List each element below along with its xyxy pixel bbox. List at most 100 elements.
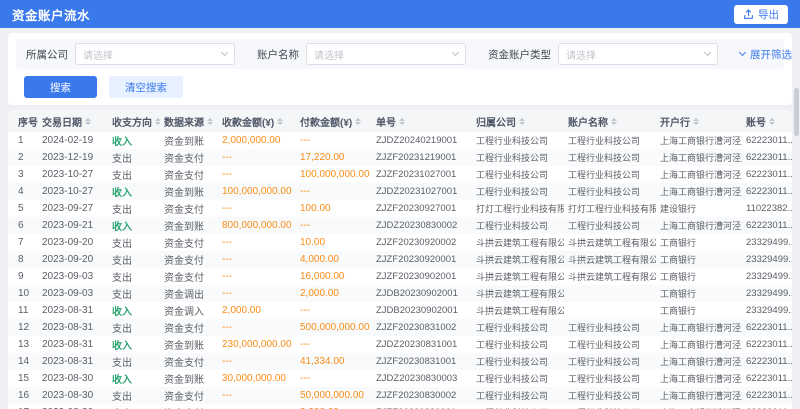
cell-date: 2023-09-20 xyxy=(38,237,108,248)
table-row[interactable]: 162023-08-30支出资金支付---50,000,000.00ZJZF20… xyxy=(8,387,792,404)
cell-source: 资金支付 xyxy=(160,269,218,284)
sort-icon xyxy=(277,118,283,125)
cell-date: 2023-08-30 xyxy=(38,390,108,401)
cell-account_no: 23329499... xyxy=(742,271,792,282)
scrollbar-thumb[interactable] xyxy=(794,88,799,136)
cell-company: 工程行业科技公司 xyxy=(472,321,564,334)
cell-order_no: ZJZF20230902001 xyxy=(372,271,472,282)
column-label: 开户行 xyxy=(660,114,690,129)
cell-receive: 100,000,000.00 xyxy=(218,186,296,197)
vertical-scrollbar[interactable] xyxy=(794,88,799,407)
cell-company: 工程行业科技公司 xyxy=(472,219,564,232)
cell-index: 7 xyxy=(8,237,38,248)
sort-icon xyxy=(399,118,405,125)
cell-account_no: 62223011... xyxy=(742,322,792,333)
cell-order_no: ZJDZ20240219001 xyxy=(372,135,472,146)
filter-row: 所属公司 请选择 账户名称 请选择 资金账户类型 请选择 xyxy=(16,39,784,69)
cell-order_no: ZJZF20230831001 xyxy=(372,356,472,367)
cell-pay: 16,000.00 xyxy=(296,271,372,282)
cell-pay: 17,220.00 xyxy=(296,152,372,163)
table-row[interactable]: 102023-09-03支出资金调出---2,000.00ZJDB2023090… xyxy=(8,285,792,302)
cell-company: 工程行业科技公司 xyxy=(472,134,564,147)
fund-account-flow-page: 资金账户流水 导出 所属公司 请选择 账户名称 请选择 xyxy=(0,0,800,409)
sort-icon xyxy=(693,118,699,125)
column-header-bank[interactable]: 开户行 xyxy=(656,114,742,129)
column-header-source[interactable]: 数据来源 xyxy=(160,114,218,129)
cell-company: 工程行业科技公司 xyxy=(472,151,564,164)
cell-bank: 工商银行 xyxy=(656,304,742,317)
table-row[interactable]: 42023-10-27收入资金到账100,000,000.00---ZJDZ20… xyxy=(8,183,792,200)
account-type-placeholder: 请选择 xyxy=(566,47,596,62)
cell-company: 工程行业科技公司 xyxy=(472,185,564,198)
cell-account_no: 11022382... xyxy=(742,203,792,214)
cell-account_no: 62223011... xyxy=(742,152,792,163)
account-name-select[interactable]: 请选择 xyxy=(306,43,466,65)
column-header-pay[interactable]: 付款金额(¥) xyxy=(296,114,372,129)
cell-account_no: 62223011... xyxy=(742,390,792,401)
column-header-direction[interactable]: 收支方向 xyxy=(108,114,160,129)
cell-account_no: 62223011... xyxy=(742,339,792,350)
table-row[interactable]: 72023-09-20支出资金支付---10.00ZJZF20230920002… xyxy=(8,234,792,251)
cell-date: 2024-02-19 xyxy=(38,135,108,146)
cell-order_no: ZJZF20230920002 xyxy=(372,237,472,248)
cell-date: 2023-09-21 xyxy=(38,220,108,231)
cell-company: 斗拱云建筑工程有限公司 xyxy=(472,304,564,317)
column-header-index: 序号 xyxy=(8,114,38,129)
filter-company-label: 所属公司 xyxy=(26,47,68,62)
column-header-account_no[interactable]: 账号 xyxy=(742,114,792,129)
cell-company: 斗拱云建筑工程有限公司 xyxy=(472,270,564,283)
table-row[interactable]: 82023-09-20支出资金支付---4,000.00ZJZF20230920… xyxy=(8,251,792,268)
cell-company: 打灯工程行业科技有限公司 xyxy=(472,202,564,215)
cell-receive: 230,000,000.00 xyxy=(218,339,296,350)
cell-company: 工程行业科技公司 xyxy=(472,168,564,181)
cell-receive: 2,000,000.00 xyxy=(218,135,296,146)
column-header-order_no[interactable]: 单号 xyxy=(372,114,472,129)
column-header-receive[interactable]: 收款金额(¥) xyxy=(218,114,296,129)
table-row[interactable]: 132023-08-31收入资金到账230,000,000.00---ZJDZ2… xyxy=(8,336,792,353)
cell-receive: --- xyxy=(218,356,296,367)
table-row[interactable]: 172023-08-30支出资金支付---3,300.00ZJZF2023083… xyxy=(8,404,792,409)
column-label: 序号 xyxy=(18,114,38,129)
table-row[interactable]: 92023-09-03支出资金支付---16,000.00ZJZF2023090… xyxy=(8,268,792,285)
table-row[interactable]: 22023-12-19支出资金支付---17,220.00ZJZF2023121… xyxy=(8,149,792,166)
table-row[interactable]: 122023-08-31支出资金支付---500,000,000.00ZJZF2… xyxy=(8,319,792,336)
cell-account_name: 工程行业科技公司 xyxy=(564,355,656,368)
cell-bank: 上海工商银行漕河泾支行 xyxy=(656,338,742,351)
table-row[interactable]: 142023-08-31支出资金支付---41,334.00ZJZF202308… xyxy=(8,353,792,370)
cell-direction: 收入 xyxy=(108,218,160,233)
table-row[interactable]: 12024-02-19收入资金到账2,000,000.00---ZJDZ2024… xyxy=(8,132,792,149)
cell-company: 工程行业科技公司 xyxy=(472,355,564,368)
cell-source: 资金到账 xyxy=(160,218,218,233)
filter-panel: 所属公司 请选择 账户名称 请选择 资金账户类型 请选择 xyxy=(8,33,792,105)
cell-index: 3 xyxy=(8,169,38,180)
column-header-account_name[interactable]: 账户名称 xyxy=(564,114,656,129)
sort-icon xyxy=(611,118,617,125)
cell-direction: 收入 xyxy=(108,337,160,352)
expand-filters-link[interactable]: 展开筛选 xyxy=(740,47,792,62)
table-row[interactable]: 52023-09-27支出资金支付---100.00ZJZF2023092700… xyxy=(8,200,792,217)
table-row[interactable]: 112023-08-31收入资金调入2,000.00---ZJDB2023090… xyxy=(8,302,792,319)
account-type-select[interactable]: 请选择 xyxy=(558,43,718,65)
column-header-date[interactable]: 交易日期 xyxy=(38,114,108,129)
table-row[interactable]: 152023-08-30收入资金到账30,000,000.00---ZJDZ20… xyxy=(8,370,792,387)
cell-direction: 支出 xyxy=(108,286,160,301)
cell-source: 资金支付 xyxy=(160,388,218,403)
cell-pay: 100,000,000.00 xyxy=(296,169,372,180)
cell-bank: 建设银行 xyxy=(656,202,742,215)
table-row[interactable]: 32023-10-27支出资金支付---100,000,000.00ZJZF20… xyxy=(8,166,792,183)
search-button[interactable]: 搜索 xyxy=(24,76,97,98)
cell-bank: 工商银行 xyxy=(656,253,742,266)
cell-account_name: 工程行业科技公司 xyxy=(564,219,656,232)
export-button[interactable]: 导出 xyxy=(734,5,788,24)
cell-direction: 支出 xyxy=(108,235,160,250)
cell-bank: 上海工商银行漕河泾支行 xyxy=(656,219,742,232)
clear-search-button[interactable]: 清空搜索 xyxy=(109,76,183,98)
column-header-company[interactable]: 归属公司 xyxy=(472,114,564,129)
cell-pay: --- xyxy=(296,220,372,231)
table-row[interactable]: 62023-09-21收入资金到账800,000,000.00---ZJDZ20… xyxy=(8,217,792,234)
cell-index: 8 xyxy=(8,254,38,265)
company-select[interactable]: 请选择 xyxy=(75,43,235,65)
cell-direction: 支出 xyxy=(108,201,160,216)
cell-pay: 500,000,000.00 xyxy=(296,322,372,333)
cell-order_no: ZJZF20230920001 xyxy=(372,254,472,265)
